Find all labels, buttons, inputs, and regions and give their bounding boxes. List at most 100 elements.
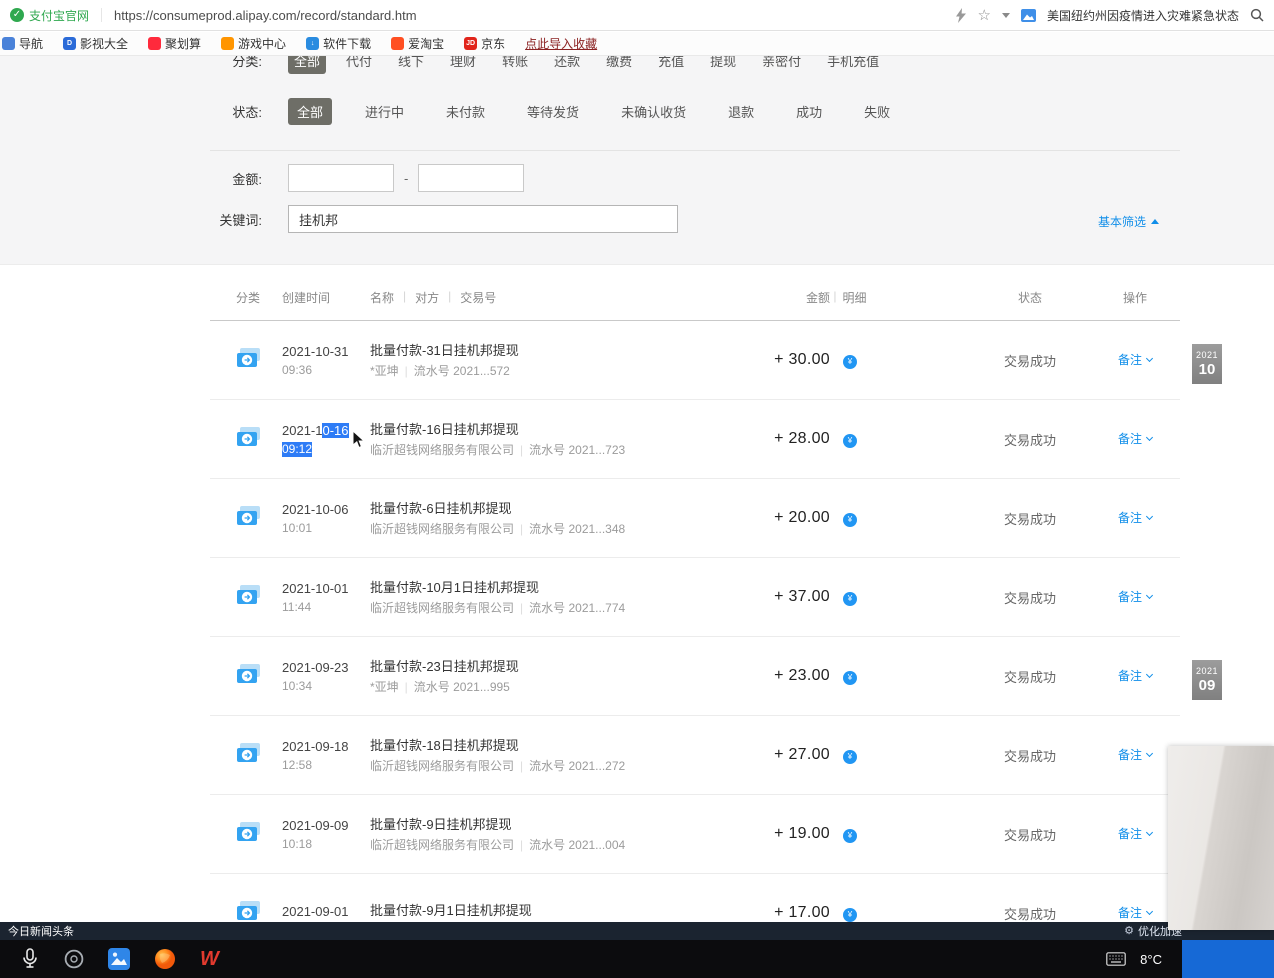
row-time: 11:44 (282, 600, 311, 615)
news-strip-left[interactable]: 今日新闻头条 (8, 923, 74, 939)
recorder-app-icon[interactable] (64, 949, 84, 969)
amount-max-input[interactable] (418, 164, 524, 192)
filter-chip[interactable]: 代付 (340, 56, 378, 74)
star-favorite-icon[interactable]: ☆ (978, 8, 991, 23)
weather-temperature[interactable]: 8°C (1140, 952, 1162, 967)
balance-detail-icon[interactable]: ¥ (843, 829, 857, 843)
chevron-down-icon (1146, 749, 1153, 756)
bookmark-item[interactable]: 导航 (2, 35, 43, 52)
wps-app-icon[interactable]: W (200, 949, 219, 969)
status-chips: 全部进行中未付款等待发货未确认收货退款成功失败 (288, 98, 899, 125)
row-serial-number: 流水号 2021...774 (529, 601, 625, 615)
transfer-category-icon (236, 751, 262, 768)
row-status: 交易成功 (970, 588, 1090, 607)
filter-chip[interactable]: 亲密付 (756, 56, 807, 74)
filter-chip[interactable]: 失败 (855, 98, 899, 125)
bookmark-item[interactable]: 点此导入收藏 (525, 35, 597, 52)
filter-chip[interactable]: 还款 (548, 56, 586, 74)
filter-chip[interactable]: 等待发货 (518, 98, 588, 125)
bookmark-item[interactable]: 游戏中心 (221, 35, 286, 52)
filter-chip[interactable]: 全部 (288, 98, 332, 125)
header-action: 操作 (1090, 289, 1180, 306)
remark-link[interactable]: 备注 (1118, 746, 1152, 763)
filter-chip[interactable]: 退款 (719, 98, 763, 125)
site-verified-badge[interactable]: ✓ 支付宝官网 (10, 7, 89, 24)
remark-link[interactable]: 备注 (1118, 904, 1152, 921)
filter-chip[interactable]: 成功 (787, 98, 831, 125)
news-ticker-text[interactable]: 美国纽约州因疫情进入灾难紧急状态 (1047, 7, 1239, 24)
news-thumbnail-icon[interactable] (1021, 9, 1036, 22)
bookmark-favicon (391, 37, 404, 50)
remark-link[interactable]: 备注 (1118, 509, 1152, 526)
row-name: 批量付款-23日挂机邦提现 (370, 658, 740, 675)
photos-app-icon[interactable] (108, 948, 130, 970)
amount-min-input[interactable] (288, 164, 394, 192)
balance-detail-icon[interactable]: ¥ (843, 434, 857, 448)
table-row: 2021-10-06 10:01 批量付款-6日挂机邦提现 临沂超钱网络服务有限… (210, 479, 1180, 558)
chevron-down-icon[interactable] (1002, 13, 1010, 18)
bookmark-label: 点此导入收藏 (525, 35, 597, 52)
camera-overlay-window[interactable] (1168, 746, 1274, 930)
transfer-category-icon (236, 435, 262, 452)
bookmark-item[interactable]: 爱淘宝 (391, 35, 444, 52)
row-date: 2021-09-09 (282, 817, 370, 834)
balance-detail-icon[interactable]: ¥ (843, 908, 857, 922)
url-text[interactable]: https://consumeprod.alipay.com/record/st… (114, 8, 947, 23)
balance-detail-icon[interactable]: ¥ (843, 592, 857, 606)
remark-link[interactable]: 备注 (1118, 825, 1152, 842)
bookmark-item[interactable]: 聚划算 (148, 35, 201, 52)
amount-label: 金额: (206, 169, 262, 188)
basic-filter-toggle[interactable]: 基本筛选 (1098, 213, 1159, 230)
row-date: 2021-10-01 (282, 580, 370, 597)
row-status: 交易成功 (970, 430, 1090, 449)
bookmark-favicon (2, 37, 15, 50)
header-status: 状态 (970, 289, 1090, 306)
filter-chip[interactable]: 转账 (496, 56, 534, 74)
filter-chip[interactable]: 提现 (704, 56, 742, 74)
bookmark-label: 导航 (19, 35, 43, 52)
taskbar-widget[interactable] (1182, 940, 1274, 978)
keyboard-ime-icon[interactable] (1106, 952, 1126, 966)
filter-chip[interactable]: 理财 (444, 56, 482, 74)
filter-chip[interactable]: 缴费 (600, 56, 638, 74)
bookmark-item[interactable]: ↓ 软件下载 (306, 35, 371, 52)
microphone-icon[interactable] (20, 948, 40, 970)
timeline-month-badge[interactable]: 2021 10 (1192, 344, 1222, 384)
timeline-month-badge[interactable]: 2021 09 (1192, 660, 1222, 700)
row-time: 10:34 (282, 679, 312, 694)
remark-link[interactable]: 备注 (1118, 430, 1152, 447)
filter-chip[interactable]: 线下 (392, 56, 430, 74)
bookmark-favicon: ↓ (306, 37, 319, 50)
filter-divider (210, 150, 1180, 151)
chevron-down-icon (1146, 828, 1153, 835)
row-amount: + 37.00 (740, 588, 830, 606)
bookmark-item[interactable]: JD 京东 (464, 35, 505, 52)
chevron-down-icon (1146, 433, 1153, 440)
filter-chip[interactable]: 未付款 (437, 98, 494, 125)
badge-year: 2021 (1192, 667, 1222, 676)
lightning-icon[interactable] (955, 8, 967, 23)
remark-link[interactable]: 备注 (1118, 588, 1152, 605)
remark-link[interactable]: 备注 (1118, 667, 1152, 684)
remark-link[interactable]: 备注 (1118, 351, 1152, 368)
optimize-icon: ⚙ (1124, 926, 1134, 937)
remark-label: 备注 (1118, 351, 1142, 368)
row-serial-number: 流水号 2021...723 (529, 443, 625, 457)
filter-chip[interactable]: 未确认收货 (612, 98, 695, 125)
bookmark-item[interactable]: D 影视大全 (63, 35, 128, 52)
filter-chip[interactable]: 进行中 (356, 98, 413, 125)
row-name: 批量付款-10月1日挂机邦提现 (370, 579, 740, 596)
keyword-input[interactable] (288, 205, 678, 233)
filter-chip[interactable]: 充值 (652, 56, 690, 74)
filter-chip[interactable]: 全部 (288, 56, 326, 74)
row-name: 批量付款-6日挂机邦提现 (370, 500, 740, 517)
balance-detail-icon[interactable]: ¥ (843, 355, 857, 369)
transfer-category-icon (236, 909, 262, 923)
filter-chip[interactable]: 手机充值 (821, 56, 885, 74)
browser-app-icon[interactable] (154, 948, 176, 970)
balance-detail-icon[interactable]: ¥ (843, 513, 857, 527)
balance-detail-icon[interactable]: ¥ (843, 750, 857, 764)
remark-label: 备注 (1118, 667, 1142, 684)
search-icon[interactable] (1250, 8, 1264, 22)
balance-detail-icon[interactable]: ¥ (843, 671, 857, 685)
